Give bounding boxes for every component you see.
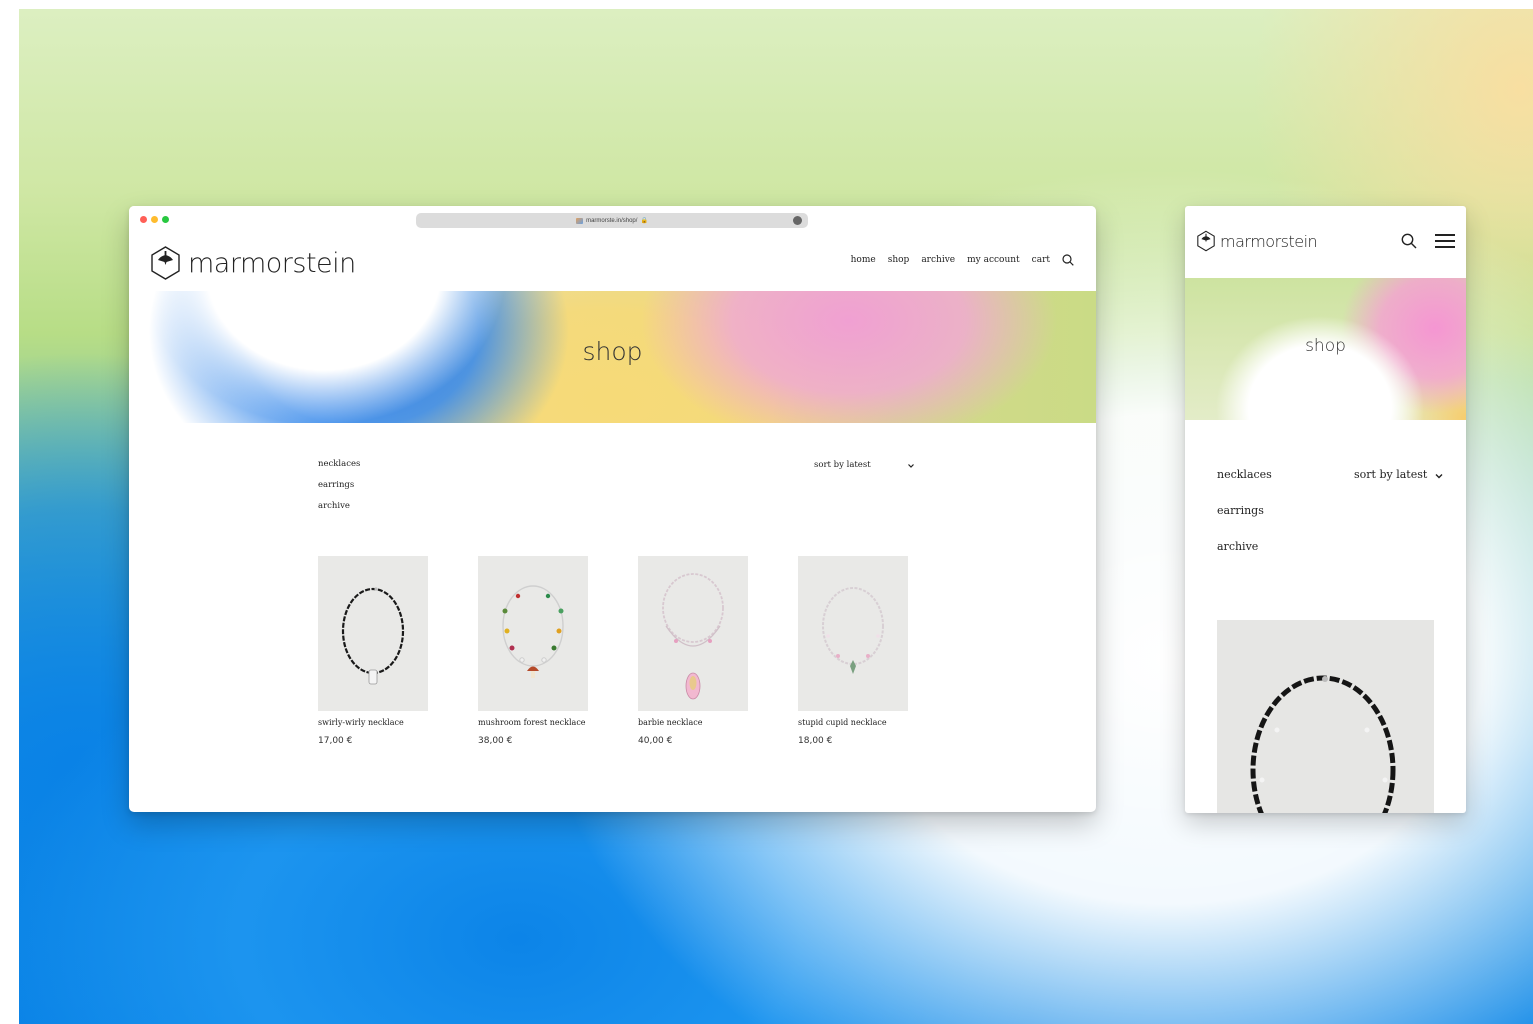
site-logo[interactable]: marmorstein <box>149 245 356 281</box>
window-minimize-button[interactable] <box>151 216 158 223</box>
download-icon[interactable] <box>793 216 802 225</box>
browser-toolbar: marmorste.in/shop/ 🔒 <box>129 206 1096 232</box>
address-bar[interactable]: marmorste.in/shop/ 🔒 <box>416 213 808 228</box>
category-necklaces[interactable]: necklaces <box>318 459 360 480</box>
product-image[interactable] <box>478 556 588 711</box>
category-earrings[interactable]: earrings <box>1217 504 1272 540</box>
category-archive[interactable]: archive <box>1217 540 1272 576</box>
product-price: 40,00 € <box>638 736 673 746</box>
mobile-category-list: necklaces earrings archive <box>1217 468 1272 576</box>
logo-wordmark: marmorstein <box>1220 231 1318 251</box>
chevron-down-icon <box>1435 474 1443 479</box>
nav-my-account[interactable]: my account <box>967 255 1020 265</box>
product-price: 18,00 € <box>798 736 833 746</box>
page-title: shop <box>582 337 643 366</box>
mobile-window: marmorstein shop necklaces earrings arch… <box>1185 206 1466 813</box>
necklace-photo <box>1250 675 1396 813</box>
desktop-browser-window: marmorste.in/shop/ 🔒 marmorstein home sh… <box>129 206 1096 812</box>
hexagon-logo-icon <box>151 246 180 280</box>
hero-banner: shop <box>129 291 1096 423</box>
sort-label: sort by latest <box>1354 468 1428 481</box>
product-card[interactable]: mushroom forest necklace 38,00 € <box>478 556 588 746</box>
product-name[interactable]: barbie necklace <box>638 718 748 727</box>
product-image[interactable] <box>798 556 908 711</box>
chevron-down-icon <box>908 464 914 468</box>
product-grid: swirly-wirly necklace 17,00 € mushroom f… <box>318 556 908 746</box>
hexagon-logo-icon <box>1197 230 1215 252</box>
category-list: necklaces earrings archive <box>318 459 360 522</box>
address-text: marmorste.in/shop/ <box>586 217 638 224</box>
window-zoom-button[interactable] <box>162 216 169 223</box>
search-icon[interactable] <box>1401 233 1417 249</box>
main-nav: home shop archive my account cart <box>851 254 1074 266</box>
lock-icon: 🔒 <box>640 218 648 224</box>
product-price: 17,00 € <box>318 736 353 746</box>
category-necklaces[interactable]: necklaces <box>1217 468 1272 504</box>
nav-archive[interactable]: archive <box>921 255 955 265</box>
product-price: 38,00 € <box>478 736 513 746</box>
page-title: shop <box>1305 336 1346 356</box>
product-name[interactable]: stupid cupid necklace <box>798 718 908 727</box>
mobile-site-logo[interactable]: marmorstein <box>1196 230 1318 252</box>
necklace-photo <box>341 587 405 685</box>
product-name[interactable]: swirly-wirly necklace <box>318 718 428 727</box>
product-card[interactable]: stupid cupid necklace 18,00 € <box>798 556 908 746</box>
search-icon[interactable] <box>1062 254 1074 266</box>
favicon-icon <box>576 217 584 224</box>
nav-cart[interactable]: cart <box>1032 255 1050 265</box>
product-image[interactable] <box>318 556 428 711</box>
necklace-photo <box>502 585 564 678</box>
necklace-photo <box>822 587 884 674</box>
window-close-button[interactable] <box>140 216 147 223</box>
necklace-photo <box>662 573 724 700</box>
product-card[interactable]: swirly-wirly necklace 17,00 € <box>318 556 428 746</box>
sort-label: sort by latest <box>814 460 871 470</box>
category-earrings[interactable]: earrings <box>318 480 360 501</box>
product-image[interactable] <box>638 556 748 711</box>
nav-shop[interactable]: shop <box>888 255 910 265</box>
nav-home[interactable]: home <box>851 255 876 265</box>
hamburger-menu-icon[interactable] <box>1435 234 1455 248</box>
product-image[interactable] <box>1217 620 1434 813</box>
mobile-hero-banner: shop <box>1185 278 1466 420</box>
product-card[interactable]: barbie necklace 40,00 € <box>638 556 748 746</box>
mobile-sort-dropdown[interactable]: sort by latest <box>1354 468 1444 481</box>
logo-wordmark: marmorstein <box>188 247 356 279</box>
product-name[interactable]: mushroom forest necklace <box>478 718 588 727</box>
category-archive[interactable]: archive <box>318 501 360 522</box>
sort-dropdown[interactable]: sort by latest <box>814 460 915 470</box>
